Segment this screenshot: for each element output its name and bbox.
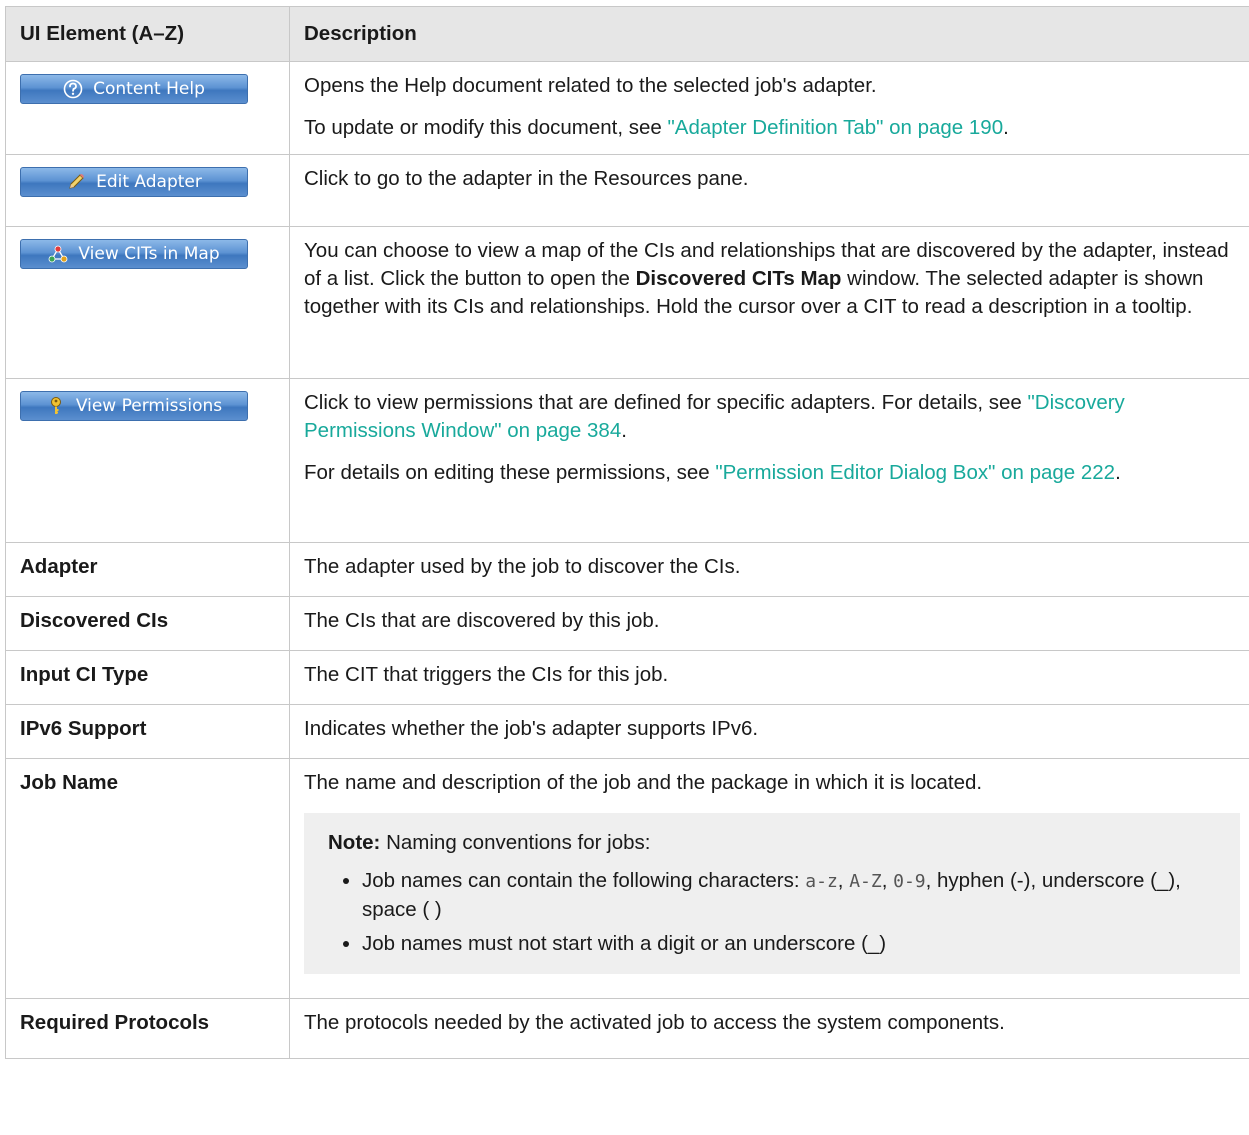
table-row: Required Protocols The protocols needed …: [5, 998, 1249, 1059]
table-row: Input CI Type The CIT that triggers the …: [5, 650, 1249, 705]
map-nodes-icon: [48, 244, 68, 264]
element-cell: Edit Adapter: [5, 154, 290, 227]
view-permissions-label: View Permissions: [75, 396, 223, 416]
description-text: The adapter used by the job to discover …: [289, 542, 1249, 597]
description-text: To update or modify this document, see "…: [304, 116, 1009, 139]
table-row: Content Help Opens the Help document rel…: [5, 61, 1249, 155]
column-header-description: Description: [289, 6, 1249, 62]
element-name: Job Name: [5, 758, 290, 999]
pencil-icon: [66, 172, 86, 192]
table-row: Edit Adapter Click to go to the adapter …: [5, 154, 1249, 227]
column-header-ui-element: UI Element (A–Z): [5, 6, 290, 62]
table-row: IPv6 Support Indicates whether the job's…: [5, 704, 1249, 759]
content-help-button[interactable]: Content Help: [20, 74, 248, 104]
description-text: Indicates whether the job's adapter supp…: [289, 704, 1249, 759]
element-name: Adapter: [5, 542, 290, 597]
element-cell: Content Help: [5, 61, 290, 155]
table-row: Job Name The name and description of the…: [5, 758, 1249, 999]
description-text: The CIs that are discovered by this job.: [289, 596, 1249, 651]
description-text: Click to go to the adapter in the Resour…: [304, 167, 749, 190]
element-name: Required Protocols: [5, 998, 290, 1059]
element-cell: View CITs in Map: [5, 226, 290, 379]
table-row: View CITs in Map You can choose to view …: [5, 226, 1249, 379]
view-cits-in-map-label: View CITs in Map: [78, 244, 220, 264]
description-cell: Opens the Help document related to the s…: [289, 61, 1249, 155]
description-text: The name and description of the job and …: [304, 771, 983, 794]
element-name: Input CI Type: [5, 650, 290, 705]
view-permissions-button[interactable]: View Permissions: [20, 391, 248, 421]
description-text: For details on editing these permissions…: [304, 461, 1121, 484]
view-cits-in-map-button[interactable]: View CITs in Map: [20, 239, 248, 269]
element-name: Discovered CIs: [5, 596, 290, 651]
description-text: The CIT that triggers the CIs for this j…: [289, 650, 1249, 705]
edit-adapter-button[interactable]: Edit Adapter: [20, 167, 248, 197]
description-cell: You can choose to view a map of the CIs …: [289, 226, 1249, 379]
description-text: Opens the Help document related to the s…: [304, 74, 877, 97]
element-name: IPv6 Support: [5, 704, 290, 759]
description-text: Click to view permissions that are defin…: [304, 391, 1125, 442]
permission-editor-dialog-box-link[interactable]: "Permission Editor Dialog Box" on page 2…: [715, 461, 1115, 484]
description-text: You can choose to view a map of the CIs …: [304, 239, 1229, 318]
table-row: View Permissions Click to view permissio…: [5, 378, 1249, 543]
table-header-row: UI Element (A–Z) Description: [5, 6, 1249, 62]
description-cell: The name and description of the job and …: [289, 758, 1249, 999]
note-box: Note: Naming conventions for jobs: Job n…: [304, 813, 1240, 974]
table-row: Adapter The adapter used by the job to d…: [5, 542, 1249, 597]
naming-rules-list: Job names can contain the following char…: [328, 867, 1224, 958]
element-cell: View Permissions: [5, 378, 290, 543]
table-row: Discovered CIs The CIs that are discover…: [5, 596, 1249, 651]
question-mark-icon: [63, 79, 83, 99]
description-text: The protocols needed by the activated jo…: [289, 998, 1249, 1059]
edit-adapter-label: Edit Adapter: [96, 172, 202, 192]
list-item: Job names must not start with a digit or…: [362, 930, 1224, 958]
note-heading: Note: Naming conventions for jobs:: [328, 831, 651, 854]
description-cell: Click to go to the adapter in the Resour…: [289, 154, 1249, 227]
ui-elements-table: UI Element (A–Z) Description Content Hel…: [5, 6, 1249, 1059]
adapter-definition-tab-link[interactable]: "Adapter Definition Tab" on page 190: [668, 116, 1004, 139]
description-cell: Click to view permissions that are defin…: [289, 378, 1249, 543]
key-icon: [46, 396, 66, 416]
content-help-label: Content Help: [93, 79, 205, 99]
list-item: Job names can contain the following char…: [362, 867, 1224, 924]
